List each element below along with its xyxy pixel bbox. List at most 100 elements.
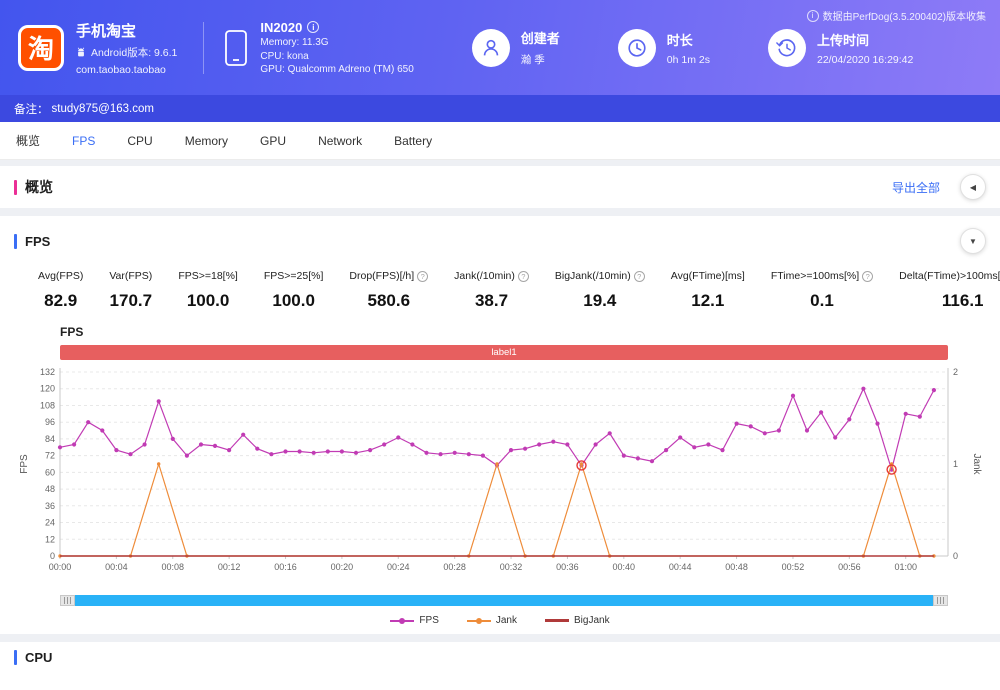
info-icon[interactable]: ? — [518, 271, 529, 282]
fps-panel: FPS ▼ Avg(FPS)82.9Var(FPS)170.7FPS>=18[%… — [0, 216, 1000, 634]
fps-chart: 0122436486072849610812013201200:0000:040… — [14, 364, 986, 582]
stat-column-6: BigJank(/10min)? 19.4 — [555, 270, 645, 311]
svg-text:Jank: Jank — [971, 453, 982, 475]
scrollbar-left-handle[interactable] — [60, 595, 75, 606]
svg-text:00:56: 00:56 — [838, 562, 861, 572]
stat-label: Avg(FPS) — [38, 270, 83, 282]
svg-text:1: 1 — [953, 459, 958, 469]
upload-time-icon — [768, 29, 806, 67]
collect-note: i 数据由PerfDog(3.5.200402)版本收集 — [807, 8, 986, 23]
chart-scrollbar[interactable] — [60, 595, 948, 606]
upload-time-block: 上传时间 22/04/2020 16:29:42 — [768, 29, 913, 67]
stat-value: 116.1 — [942, 291, 984, 311]
overview-collapse-button[interactable]: ◀ — [960, 174, 986, 200]
legend-item-bigjank[interactable]: BigJank — [545, 615, 610, 626]
stat-value: 82.9 — [44, 291, 77, 311]
stat-column-9: Delta(FTime)>100ms[/h]? 116.1 — [899, 270, 1000, 311]
fps-collapse-button[interactable]: ▼ — [960, 228, 986, 254]
chart-title: FPS — [60, 325, 986, 339]
tab-bar: 概览 FPS CPU Memory GPU Network Battery — [0, 122, 1000, 160]
tab-network[interactable]: Network — [318, 134, 362, 148]
tab-cpu[interactable]: CPU — [127, 134, 152, 148]
stat-label: Avg(FTime)[ms] — [671, 270, 745, 282]
stat-label: Var(FPS) — [109, 270, 152, 282]
next-panel: CPU — [0, 642, 1000, 690]
report-header: 淘 手机淘宝 Android版本: 9.6.1 com.taobao.taoba… — [0, 0, 1000, 95]
upload-time-label: 上传时间 — [817, 30, 913, 49]
stat-value: 100.0 — [187, 291, 230, 311]
legend-label: BigJank — [574, 615, 610, 626]
svg-text:84: 84 — [45, 434, 55, 444]
svg-text:00:24: 00:24 — [387, 562, 410, 572]
android-version: Android版本: 9.6.1 — [91, 45, 177, 60]
legend-item-jank[interactable]: Jank — [467, 615, 517, 626]
device-name: IN2020 — [260, 20, 302, 35]
device-gpu: GPU: Qualcomm Adreno (TM) 650 — [260, 64, 413, 75]
svg-text:00:52: 00:52 — [782, 562, 805, 572]
scrollbar-track[interactable] — [75, 595, 933, 606]
grip-icon — [937, 597, 944, 604]
svg-text:00:20: 00:20 — [331, 562, 354, 572]
info-icon: i — [807, 10, 819, 22]
svg-text:48: 48 — [45, 484, 55, 494]
tab-memory[interactable]: Memory — [185, 134, 228, 148]
stat-label: Delta(FTime)>100ms[/h]? — [899, 270, 1000, 282]
fps-panel-title: FPS — [25, 234, 50, 249]
note-value: study875@163.com — [52, 103, 154, 115]
tab-overview[interactable]: 概览 — [16, 132, 40, 149]
tab-fps[interactable]: FPS — [72, 134, 95, 148]
svg-text:00:32: 00:32 — [500, 562, 523, 572]
grip-icon — [64, 597, 71, 604]
stat-column-7: Avg(FTime)[ms]12.1 — [671, 270, 745, 311]
legend-marker-icon — [390, 620, 414, 622]
device-memory: Memory: 11.3G — [260, 37, 413, 48]
svg-text:0: 0 — [953, 551, 958, 561]
fps-stats-row: Avg(FPS)82.9Var(FPS)170.7FPS>=18[%]100.0… — [38, 270, 986, 311]
stat-label: Jank(/10min)? — [454, 270, 529, 282]
note-label: 备注： — [14, 101, 49, 117]
creator-label: 创建者 — [521, 28, 560, 47]
svg-text:132: 132 — [40, 367, 55, 377]
stat-label: BigJank(/10min)? — [555, 270, 645, 282]
info-icon[interactable]: ? — [634, 271, 645, 282]
section-accent — [14, 180, 17, 195]
svg-text:00:16: 00:16 — [274, 562, 297, 572]
phone-icon — [224, 29, 248, 67]
device-cpu: CPU: kona — [260, 51, 413, 62]
device-info-icon[interactable]: i — [307, 21, 319, 33]
legend-item-fps[interactable]: FPS — [390, 615, 438, 626]
svg-text:00:00: 00:00 — [49, 562, 72, 572]
next-accent — [14, 650, 17, 665]
legend-label: FPS — [419, 615, 438, 626]
note-bar: 备注： study875@163.com — [0, 95, 1000, 122]
stat-label: FTime>=100ms[%]? — [771, 270, 873, 282]
tab-gpu[interactable]: GPU — [260, 134, 286, 148]
overview-section-title: 概览 — [25, 177, 53, 197]
svg-text:00:48: 00:48 — [725, 562, 748, 572]
upload-time-value: 22/04/2020 16:29:42 — [817, 54, 913, 66]
stat-column-4: Drop(FPS)[/h]?580.6 — [349, 270, 428, 311]
svg-text:36: 36 — [45, 501, 55, 511]
svg-text:12: 12 — [45, 534, 55, 544]
stat-value: 100.0 — [272, 291, 315, 311]
stat-label: FPS>=25[%] — [264, 270, 324, 282]
stat-column-3: FPS>=25[%] 100.0 — [264, 270, 324, 311]
duration-block: 时长 0h 1m 2s — [618, 29, 710, 67]
stat-value: 19.4 — [583, 291, 616, 311]
svg-text:00:04: 00:04 — [105, 562, 128, 572]
android-icon — [76, 47, 86, 58]
svg-text:24: 24 — [45, 518, 55, 528]
chart-label1-banner: label1 — [60, 345, 948, 360]
stat-column-2: FPS>=18[%]100.0 — [178, 270, 238, 311]
export-all-link[interactable]: 导出全部 — [892, 179, 940, 196]
tab-battery[interactable]: Battery — [394, 134, 432, 148]
scrollbar-right-handle[interactable] — [933, 595, 948, 606]
svg-text:0: 0 — [50, 551, 55, 561]
svg-text:120: 120 — [40, 384, 55, 394]
svg-text:FPS: FPS — [19, 454, 30, 474]
svg-text:00:12: 00:12 — [218, 562, 241, 572]
info-icon[interactable]: ? — [862, 271, 873, 282]
info-icon[interactable]: ? — [417, 271, 428, 282]
creator-icon — [472, 29, 510, 67]
svg-text:01:00: 01:00 — [894, 562, 917, 572]
